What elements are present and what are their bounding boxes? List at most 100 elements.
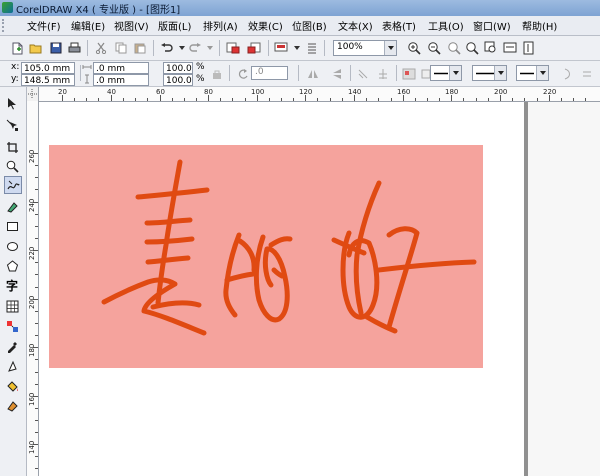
print-icon[interactable] [67,41,81,55]
height-input[interactable]: .0 mm [93,74,149,86]
scale-x-input[interactable]: 100.0 [163,62,193,74]
zoom-dropdown-arrow[interactable] [384,41,396,55]
new-document-icon[interactable] [10,41,24,55]
menu-tools[interactable]: 工具(O) [428,18,464,33]
snap-to-grid-icon[interactable] [356,67,370,81]
ruler-h-label: 40 [107,88,116,96]
rotation-angle-input[interactable]: .0 [251,66,288,80]
undo-icon[interactable] [160,41,174,55]
ruler-h-label: 60 [156,88,165,96]
mirror-vertical-icon[interactable] [330,67,344,81]
eyedropper-tool-icon[interactable] [4,338,20,354]
zoom-tool-icon[interactable] [4,158,20,174]
paste-icon[interactable] [133,41,147,55]
menu-bar: 文件(F) 编辑(E) 视图(V) 版面(L) 排列(A) 效果(C) 位图(B… [0,16,600,36]
scale-y-input[interactable]: 100.0 [163,74,193,86]
ruler-h-label: 80 [204,88,213,96]
snap-to-guidelines-icon[interactable] [376,67,390,81]
menu-bitmaps[interactable]: 位图(B) [292,18,327,33]
crop-tool-icon[interactable] [4,139,20,155]
zoom-out-icon[interactable] [427,41,441,55]
zoom-to-page-icon[interactable] [484,41,498,55]
y-position-input[interactable]: 148.5 mm [21,74,75,86]
toolbox: 字 [0,87,27,476]
ruler-h-label: 220 [543,88,557,96]
launcher-dropdown-icon[interactable] [290,41,304,55]
interactive-fill-tool-icon[interactable] [4,398,20,414]
zoom-to-selected-icon[interactable] [447,41,461,55]
scale-x-percent: % [196,62,205,72]
pick-tool-icon[interactable] [4,95,20,111]
ruler-h-label: 120 [299,88,313,96]
polygon-tool-icon[interactable] [4,258,20,274]
ruler-v-label: 220 [28,246,36,260]
application-launcher-icon[interactable] [274,41,288,55]
zoom-to-page-width-icon[interactable] [503,41,517,55]
copy-icon[interactable] [114,41,128,55]
menu-help[interactable]: 帮助(H) [522,18,557,33]
end-arrowhead-dropdown-arrow[interactable] [536,66,548,80]
cut-icon[interactable] [94,41,108,55]
save-icon[interactable] [49,41,63,55]
coreldraw-app-icon [2,2,13,13]
outline-tool-icon[interactable] [4,358,20,374]
start-arrowhead-select[interactable] [430,65,462,81]
freehand-signature-strokes[interactable] [49,145,483,368]
ruler-v-label: 240 [28,198,36,212]
table-tool-icon[interactable] [4,298,20,314]
start-arrowhead-dropdown-arrow[interactable] [449,66,461,80]
menu-arrange[interactable]: 排列(A) [203,18,238,33]
menu-file[interactable]: 文件(F) [27,18,61,33]
zoom-to-page-height-icon[interactable] [522,41,536,55]
open-folder-icon[interactable] [29,41,43,55]
ruler-v-label: 160 [28,392,36,406]
menu-layout[interactable]: 版面(L) [158,18,191,33]
zoom-to-all-objects-icon[interactable] [465,41,479,55]
menu-grip-handle[interactable] [2,19,8,32]
snap-to-objects-icon[interactable] [402,67,416,81]
ruler-v-label: 260 [28,149,36,163]
ruler-v-label: 180 [28,343,36,357]
menu-text[interactable]: 文本(X) [338,18,373,33]
width-icon [81,61,93,73]
menu-effects[interactable]: 效果(C) [248,18,283,33]
menu-view[interactable]: 视图(V) [114,18,149,33]
freehand-tool-icon[interactable] [4,176,22,194]
redo-dropdown-icon[interactable] [203,41,217,55]
width-input[interactable]: .0 mm [93,62,149,74]
line-style-dropdown-arrow[interactable] [494,66,506,80]
vertical-ruler[interactable]: 260 240 220 200 180 160 140 [27,101,39,476]
horizontal-ruler[interactable]: 20 40 60 80 100 120 140 160 180 200 220 [27,87,600,102]
shape-tool-icon[interactable] [4,117,20,133]
menu-table[interactable]: 表格(T) [382,18,416,33]
line-style-select[interactable] [472,65,507,81]
off-page-area[interactable] [528,102,600,476]
welcome-screen-icon[interactable] [305,41,319,55]
rotation-angle-value: .0 [255,67,264,77]
rectangle-tool-icon[interactable] [4,218,20,234]
close-curve-icon[interactable] [561,67,575,81]
text-tool-icon[interactable]: 字 [4,277,20,293]
interactive-blend-tool-icon[interactable] [4,318,20,334]
ruler-origin-icon[interactable] [27,87,39,101]
lock-ratio-icon[interactable] [210,67,224,81]
end-arrowhead-select[interactable] [516,65,549,81]
smart-fill-tool-icon[interactable] [4,198,20,214]
menu-window[interactable]: 窗口(W) [473,18,511,33]
export-icon[interactable] [247,41,261,55]
undo-dropdown-icon[interactable] [175,41,189,55]
window-title: CorelDRAW X4 ( 专业版 ) - [图形1] [16,5,181,16]
ruler-h-label: 160 [397,88,411,96]
standard-toolbar: 100% [0,36,600,61]
ruler-v-label: 140 [28,440,36,454]
zoom-level-select[interactable]: 100% [333,40,397,56]
x-position-input[interactable]: 105.0 mm [21,62,75,74]
mirror-horizontal-icon[interactable] [306,67,320,81]
fill-tool-icon[interactable] [4,378,20,394]
menu-edit[interactable]: 编辑(E) [71,18,105,33]
zoom-in-icon[interactable] [407,41,421,55]
redo-icon[interactable] [188,41,202,55]
ellipse-tool-icon[interactable] [4,238,20,254]
import-icon[interactable] [226,41,240,55]
outline-width-icon[interactable] [580,67,594,81]
